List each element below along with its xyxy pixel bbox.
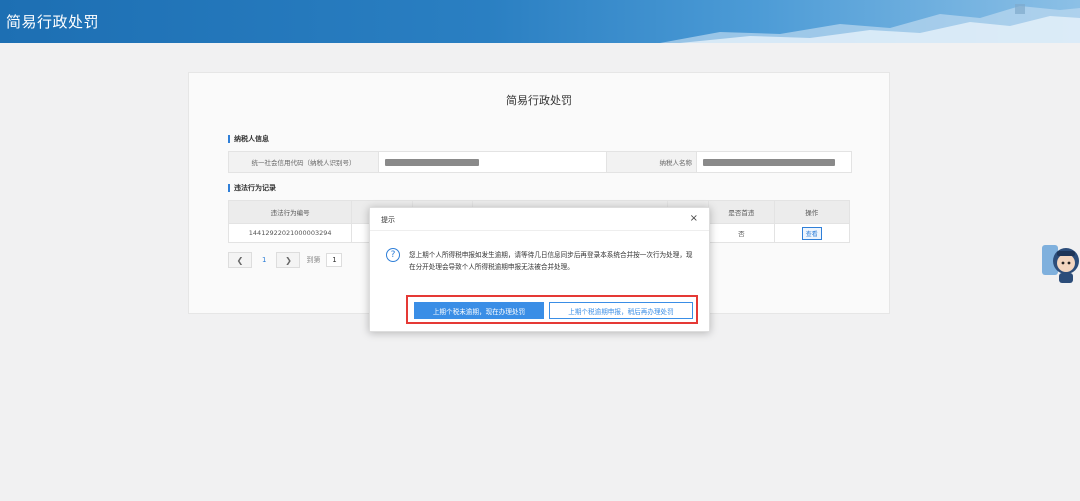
chevron-right-icon: ❯ <box>285 255 292 265</box>
taxpayer-info-row: 统一社会信用代码（纳税人识别号） 纳税人名称 <box>228 151 852 173</box>
redacted-mask <box>703 158 835 166</box>
violation-id-cell: 14412922021000003294 <box>227 223 353 243</box>
column-header: 操作 <box>773 200 851 224</box>
page-number[interactable]: 1 <box>258 256 270 264</box>
process-now-button[interactable]: 上期个税未逾期，现在办理处罚 <box>414 302 544 319</box>
dialog-header: 提示 × <box>370 208 709 231</box>
page-title: 简易行政处罚 <box>506 94 572 107</box>
process-later-button[interactable]: 上期个税逾期申报，稍后再办理处罚 <box>549 302 693 319</box>
pagination: ❮ 1 ❯ 到第 1 <box>228 252 343 268</box>
column-header: 是否首违 <box>708 200 775 224</box>
taxpayer-name-label: 纳税人名称 <box>607 152 697 172</box>
credit-code-value <box>379 152 607 172</box>
violation-records-heading: 违法行为记录 <box>228 184 276 192</box>
column-header: 违法行为编号 <box>227 200 353 224</box>
action-cell: 查看 <box>773 223 851 243</box>
dialog-title: 提示 <box>381 216 395 224</box>
goto-label: 到第 <box>306 256 321 264</box>
taxpayer-name-value <box>697 152 851 172</box>
first-violation-cell: 否 <box>708 223 775 243</box>
view-button[interactable]: 查看 <box>801 226 822 240</box>
prev-page-button[interactable]: ❮ <box>228 252 252 268</box>
great-wall-banner-illustration <box>660 4 1080 43</box>
question-icon: ? <box>386 248 400 262</box>
app-title: 简易行政处罚 <box>6 13 100 31</box>
taxpayer-info-heading: 纳税人信息 <box>228 135 269 143</box>
assistant-avatar-icon[interactable] <box>1040 237 1080 285</box>
page-jump-input[interactable]: 1 <box>326 253 343 267</box>
next-page-button[interactable]: ❯ <box>276 252 301 268</box>
close-icon[interactable]: × <box>690 213 698 224</box>
redacted-mask <box>385 158 479 166</box>
chevron-left-icon: ❮ <box>236 255 244 265</box>
credit-code-label: 统一社会信用代码（纳税人识别号） <box>229 152 379 172</box>
top-banner: 简易行政处罚 <box>0 0 1080 43</box>
dialog-message: 您上期个人所得税申报如发生逾期，请等待几日信息同步后再登录本系统合并按一次行为处… <box>409 251 693 271</box>
